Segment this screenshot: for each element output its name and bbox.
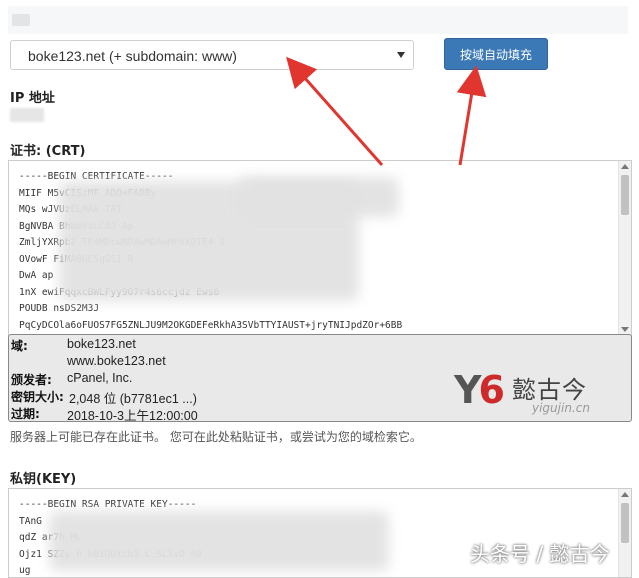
scroll-down-icon[interactable] bbox=[621, 327, 629, 332]
ip-address-value-blurred bbox=[10, 108, 44, 122]
key-size-key: 密钥大小: bbox=[11, 390, 64, 404]
certificate-label: 证书: (CRT) bbox=[10, 144, 86, 159]
certificate-line: PqCyDCOla6oFUOS7FG5ZNLJU9M2OKGDEFeRkhA3S… bbox=[19, 319, 403, 331]
certificate-line: POUDB nsDS2M3J bbox=[19, 303, 100, 314]
issuer-value: cPanel, Inc. bbox=[67, 371, 133, 385]
blurred-private-key-content bbox=[49, 511, 389, 571]
blurred-element bbox=[12, 14, 30, 26]
watermark-yg: Y6 bbox=[454, 368, 506, 412]
caret-down-icon bbox=[397, 52, 405, 58]
expires-key: 过期: bbox=[11, 407, 40, 421]
top-bar-area bbox=[8, 6, 628, 34]
arrow-to-domain-select bbox=[286, 56, 384, 166]
bottom-watermark: 头条号 / 懿古今 bbox=[470, 542, 610, 566]
arrow-to-autofill-button bbox=[456, 65, 487, 166]
ip-address-label: IP 地址 bbox=[10, 91, 55, 106]
certificate-textarea[interactable]: -----BEGIN CERTIFICATE----- MIIF M5vCISz… bbox=[8, 160, 632, 336]
issuer-key: 颁发者: bbox=[11, 373, 52, 387]
scroll-up-icon[interactable] bbox=[621, 492, 629, 497]
domain-value: boke123.net bbox=[67, 337, 136, 351]
domain-value: www.boke123.net bbox=[67, 354, 166, 368]
scrollbar-thumb[interactable] bbox=[621, 175, 629, 215]
scroll-up-icon[interactable] bbox=[621, 164, 629, 169]
certificate-scrollbar[interactable] bbox=[618, 161, 631, 335]
private-key-scrollbar[interactable] bbox=[618, 489, 631, 577]
domain-select[interactable]: boke123.net (+ subdomain: www) bbox=[10, 40, 414, 70]
private-key-label: 私钥(KEY) bbox=[10, 472, 77, 487]
domain-key: 域: bbox=[11, 339, 28, 353]
scrollbar-thumb[interactable] bbox=[621, 503, 629, 543]
autofill-by-domain-button[interactable]: 按域自动填充 bbox=[444, 38, 548, 70]
watermark-yg-accent: 6 bbox=[478, 368, 506, 412]
watermark-url: yigujin.cn bbox=[532, 401, 590, 415]
watermark-name: 懿古今 bbox=[512, 376, 587, 404]
certificate-help-text: 服务器上可能已存在此证书。 您可在此处粘贴证书，或尝试为您的域检索它。 bbox=[10, 430, 422, 444]
domain-select-value: boke123.net (+ subdomain: www) bbox=[28, 48, 237, 64]
expires-value: 2018-10-3上午12:00:00 bbox=[67, 409, 198, 423]
blurred-certificate-content bbox=[239, 177, 399, 217]
watermark-logo: Y6 懿古今 yigujin.cn bbox=[454, 368, 624, 418]
